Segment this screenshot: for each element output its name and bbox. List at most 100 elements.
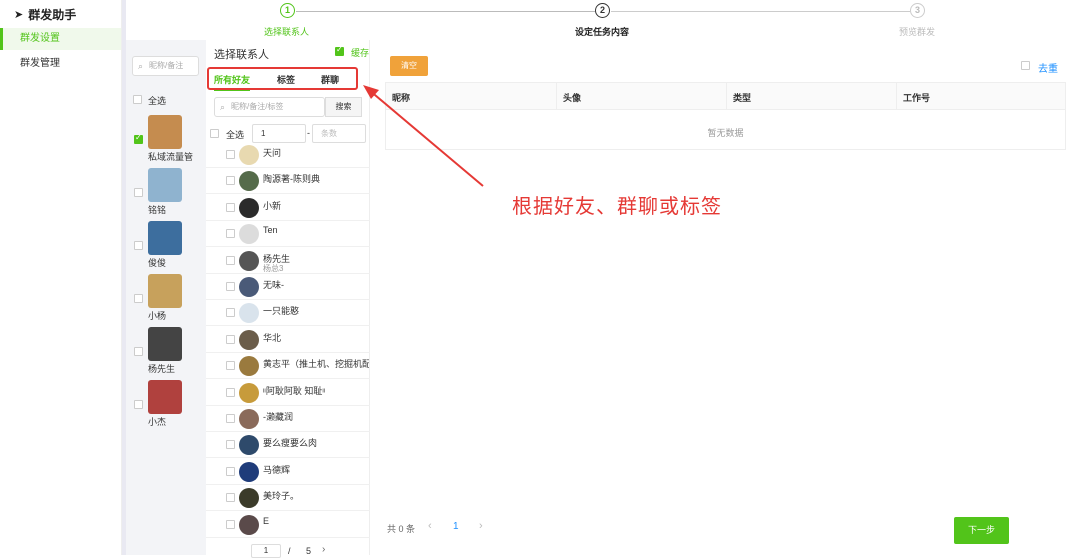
contact-row[interactable]: -濑藏润 [206, 406, 370, 432]
prev-page-icon[interactable]: ‹ [428, 520, 432, 532]
step-1-label: 选择联系人 [264, 27, 310, 37]
contact-checkbox[interactable] [226, 176, 235, 186]
contact-row[interactable]: 黄志平（推土机、挖掘机配 [206, 353, 370, 380]
contact-name: 小新 [263, 200, 282, 211]
contact-row[interactable]: E [206, 512, 370, 538]
contact-row[interactable]: 马德辉 [206, 459, 370, 485]
contact-checkbox[interactable] [226, 229, 235, 239]
contact-name: 陶源著-陈则典 [263, 174, 320, 185]
left-nav: ➤ 群发助手 群发设置 群发管理 [0, 0, 122, 555]
contact-name: 美玲子。 [263, 491, 300, 502]
next-page-icon[interactable]: › [479, 520, 483, 532]
contact-avatar [239, 435, 259, 456]
total-count: 共 0 条 [387, 524, 416, 534]
contact-select-all-label: 全选 [226, 130, 245, 140]
contact-search-placeholder: 昵称/备注/标签 [231, 102, 284, 111]
contact-row[interactable]: 无味- [206, 274, 370, 300]
account-search-placeholder: 昵称/备注 [149, 61, 184, 70]
contact-checkbox[interactable] [226, 308, 235, 318]
annotation-highlight-box [207, 67, 358, 90]
col-header-work-account: 工作号 [903, 93, 931, 103]
contact-checkbox[interactable] [226, 334, 235, 344]
cache-checkbox[interactable] [335, 45, 344, 56]
range-from-input[interactable]: 1 [252, 124, 306, 143]
contact-row[interactable]: 美玲子。 [206, 485, 370, 512]
contact-avatar [239, 488, 259, 509]
contact-row[interactable]: 小新 [206, 195, 370, 221]
contact-name: 华北 [263, 332, 282, 343]
annotation-text: 根据好友、群聊或标签 [512, 196, 722, 218]
account-name: 俊俊 [148, 258, 167, 268]
dedupe-checkbox[interactable] [1021, 61, 1030, 70]
account-avatar[interactable] [148, 221, 182, 255]
clear-button[interactable]: 清空 [390, 56, 428, 76]
account-list: ⌕ 昵称/备注 全选 私域流量管铭铭俊俊小杨杨先生小杰 [126, 40, 206, 555]
app-title: ➤ 群发助手 [14, 6, 76, 23]
contact-checkbox[interactable] [226, 255, 235, 265]
contact-select-all-checkbox[interactable] [210, 129, 219, 138]
nav-item-mass-send-settings[interactable]: 群发设置 [0, 28, 121, 50]
contact-name: 马德辉 [263, 464, 291, 475]
account-checkbox[interactable] [134, 347, 143, 356]
contact-checkbox[interactable] [226, 361, 235, 371]
contact-row[interactable]: 天问 [206, 142, 370, 168]
contact-next-page-icon[interactable]: › [322, 544, 325, 555]
contact-name: 无味- [263, 280, 284, 290]
account-avatar[interactable] [148, 380, 182, 414]
account-checkbox[interactable] [134, 133, 143, 144]
dedupe-label[interactable]: 去重 [1038, 60, 1058, 75]
account-avatar[interactable] [148, 115, 182, 149]
contact-panel-title: 选择联系人 [214, 49, 269, 61]
account-checkbox[interactable] [134, 400, 143, 409]
cache-label: 缓存 [351, 48, 370, 58]
contact-checkbox[interactable] [226, 387, 235, 397]
account-avatar[interactable] [148, 274, 182, 308]
contact-avatar [239, 461, 259, 482]
contact-list-panel: 选择联系人 缓存 所有好友 标签 群聊 ⌕ 昵称/备注/标签 搜索 全选 1 -… [206, 40, 370, 558]
contact-checkbox[interactable] [226, 519, 235, 529]
account-checkbox[interactable] [134, 188, 143, 197]
contact-avatar [239, 171, 259, 192]
account-select-all-checkbox[interactable] [133, 95, 142, 104]
contact-page-input[interactable]: 1 [251, 544, 281, 558]
step-connector-1 [296, 11, 595, 12]
contact-avatar [239, 277, 259, 297]
contact-row[interactable]: 华北 [206, 327, 370, 353]
step-3-label: 预览群发 [899, 27, 936, 37]
contact-name: ᵎᵎ阿耿阿耿 知耻ᵎᵎ [263, 385, 326, 396]
contact-checkbox[interactable] [226, 202, 235, 212]
account-search-input[interactable]: ⌕ 昵称/备注 [132, 56, 199, 76]
contact-checkbox[interactable] [226, 466, 235, 476]
col-header-avatar: 头像 [563, 93, 582, 103]
contact-search-input[interactable]: ⌕ 昵称/备注/标签 [214, 97, 325, 117]
contact-row[interactable]: 一只能憨 [206, 300, 370, 327]
contact-checkbox[interactable] [226, 414, 235, 423]
account-checkbox[interactable] [134, 294, 143, 303]
account-checkbox[interactable] [134, 241, 143, 250]
account-name: 小杨 [148, 311, 167, 321]
account-avatar[interactable] [148, 327, 182, 361]
contact-name: 一只能憨 [263, 306, 300, 317]
account-avatar[interactable] [148, 168, 182, 202]
contact-row[interactable]: ᵎᵎ阿耿阿耿 知耻ᵎᵎ [206, 380, 370, 406]
contact-checkbox[interactable] [226, 282, 235, 291]
account-name: 杨先生 [148, 364, 176, 374]
next-step-button[interactable]: 下一步 [954, 517, 1009, 544]
contact-avatar [239, 409, 259, 429]
account-name: 小杰 [148, 417, 167, 427]
account-name: 铭铭 [148, 205, 167, 215]
contact-checkbox[interactable] [226, 493, 235, 503]
contact-row[interactable]: 陶源著-陈则典 [206, 168, 370, 195]
col-divider-1 [556, 83, 557, 110]
contact-row[interactable]: 杨先生 杨总3 [206, 248, 370, 274]
contact-row[interactable]: 要么瘦要么肉 [206, 432, 370, 459]
contact-checkbox[interactable] [226, 440, 235, 450]
contact-avatar [239, 329, 259, 350]
contact-remark: 杨总3 [263, 263, 284, 273]
contact-row[interactable]: Ten [206, 221, 370, 248]
page-number-1[interactable]: 1 [453, 521, 459, 532]
contact-checkbox[interactable] [226, 150, 235, 159]
nav-item-mass-send-management[interactable]: 群发管理 [0, 53, 121, 75]
account-select-all-label: 全选 [148, 96, 167, 106]
step-1-circle: 1 [280, 3, 295, 18]
